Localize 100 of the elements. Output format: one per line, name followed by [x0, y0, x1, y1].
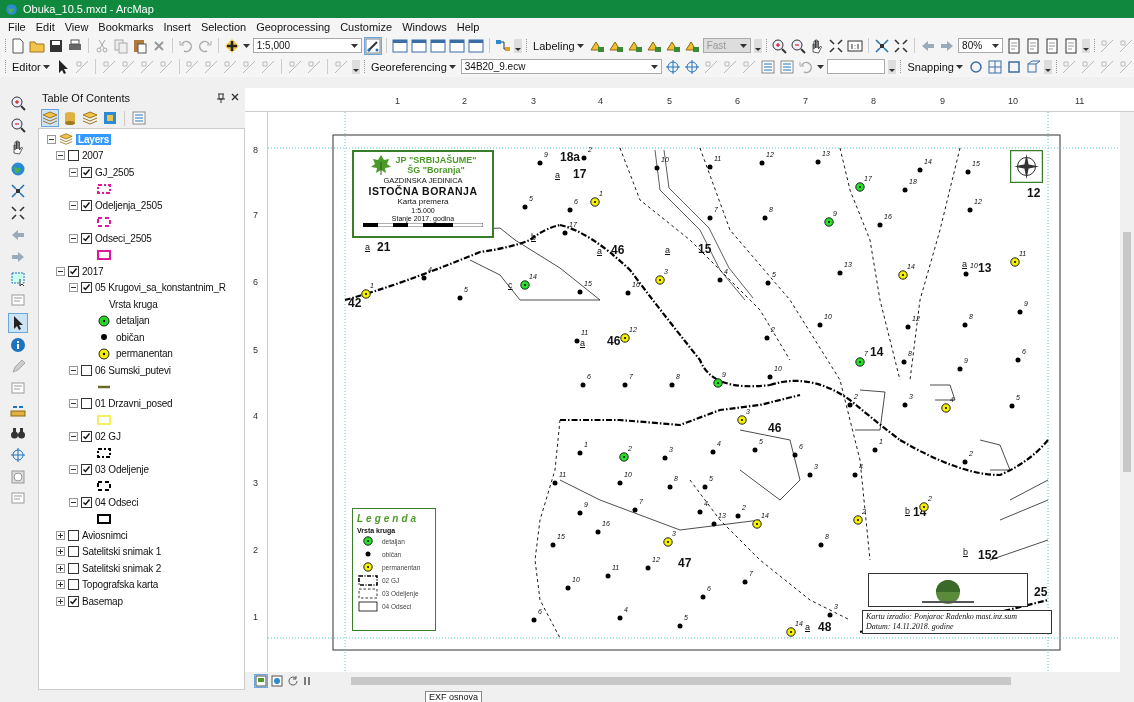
- pencil-icon[interactable]: [10, 359, 26, 375]
- toolbar-options-icon[interactable]: [754, 38, 763, 53]
- end-snapping-icon[interactable]: [987, 58, 1003, 75]
- caret-icon[interactable]: [992, 43, 999, 48]
- vertex-snapping-icon[interactable]: [1006, 58, 1022, 75]
- toolbar-grip-icon[interactable]: [4, 38, 7, 53]
- caret-icon[interactable]: [448, 64, 456, 69]
- caret-icon[interactable]: [956, 64, 963, 69]
- globe-icon[interactable]: [10, 161, 26, 177]
- zoom-whole-page-icon[interactable]: [828, 37, 845, 54]
- back-arrow-icon[interactable]: [10, 227, 26, 243]
- focus-frame-icon[interactable]: [1025, 37, 1041, 54]
- layer-checkbox[interactable]: [81, 397, 92, 409]
- menu-item[interactable]: Help: [451, 20, 485, 33]
- collapse-icon[interactable]: [69, 398, 78, 408]
- zoom-out-page-icon[interactable]: [790, 37, 807, 54]
- new-document-icon[interactable]: [10, 37, 26, 54]
- layer-checkbox[interactable]: [81, 232, 92, 244]
- menu-item[interactable]: Bookmarks: [93, 20, 159, 33]
- caret-icon[interactable]: [242, 43, 250, 48]
- expand-icon[interactable]: [56, 580, 65, 590]
- editor-menu[interactable]: Editor: [10, 60, 52, 73]
- layer-checkbox[interactable]: [81, 463, 92, 475]
- pause-icon[interactable]: [303, 676, 311, 686]
- select-features-icon[interactable]: [10, 271, 26, 287]
- menu-item[interactable]: View: [59, 20, 94, 33]
- scale-combo[interactable]: 1:5,000: [252, 38, 363, 53]
- collapse-icon[interactable]: [47, 134, 56, 144]
- identify-icon[interactable]: [10, 337, 26, 353]
- layer-name[interactable]: 03 Odeljenje: [95, 463, 149, 475]
- collapse-icon[interactable]: [69, 167, 78, 177]
- list-by-drawing-order-icon[interactable]: [42, 110, 58, 126]
- caret-icon[interactable]: [42, 64, 50, 69]
- refresh-icon[interactable]: [287, 675, 299, 687]
- layer-checkbox[interactable]: [68, 150, 79, 162]
- time-slider-icon[interactable]: [10, 469, 26, 485]
- fixed-zoom-in-page-icon[interactable]: [874, 37, 891, 54]
- layer-checkbox[interactable]: [81, 199, 92, 211]
- expand-icon[interactable]: [56, 596, 65, 606]
- layer-checkbox[interactable]: [68, 529, 79, 541]
- menu-item[interactable]: Geoprocessing: [251, 20, 336, 33]
- georeferencing-menu[interactable]: Georeferencing: [368, 60, 458, 73]
- collapse-icon[interactable]: [69, 365, 78, 375]
- layer-checkbox[interactable]: [68, 265, 79, 277]
- layer-checkbox[interactable]: [68, 562, 79, 574]
- expand-icon[interactable]: [56, 547, 65, 557]
- toolbar-grip-icon[interactable]: [362, 59, 366, 74]
- collapse-icon[interactable]: [69, 464, 78, 474]
- search-window-icon[interactable]: [430, 37, 447, 54]
- layer-checkbox[interactable]: [81, 430, 92, 442]
- menu-item[interactable]: Edit: [30, 20, 60, 33]
- toolbar-grip-icon[interactable]: [525, 38, 529, 53]
- toolbar-grip-icon[interactable]: [1055, 59, 1058, 74]
- layer-name[interactable]: 01 Drzavni_posed: [95, 397, 173, 409]
- layout-view-icon[interactable]: [255, 675, 267, 687]
- toolbar-options-icon[interactable]: [351, 59, 360, 74]
- layer-combo[interactable]: 34B20_9.ecw: [460, 59, 663, 74]
- pan-icon[interactable]: [10, 139, 26, 155]
- editor-toolbar-icon[interactable]: [365, 37, 382, 54]
- layer-name[interactable]: Satelitski snimak 2: [82, 562, 161, 574]
- fixed-zoom-out-icon[interactable]: [10, 205, 26, 221]
- table-window-icon[interactable]: [392, 37, 409, 54]
- layer-checkbox[interactable]: [68, 546, 79, 558]
- collapse-icon[interactable]: [69, 233, 78, 243]
- catalog-window-icon[interactable]: [411, 37, 428, 54]
- collapse-icon[interactable]: [69, 200, 78, 210]
- options-icon[interactable]: [131, 110, 147, 126]
- collapse-icon[interactable]: [69, 497, 78, 507]
- layer-name[interactable]: Odeljenja_2505: [95, 199, 163, 211]
- toggle-draft-icon[interactable]: [1006, 37, 1022, 54]
- vertical-scrollbar[interactable]: [1120, 112, 1134, 672]
- add-control-points-icon[interactable]: [665, 58, 682, 75]
- toolbar-options-icon[interactable]: [1082, 38, 1090, 53]
- layer-name[interactable]: Aviosnimci: [82, 529, 128, 541]
- list-by-visibility-icon[interactable]: [82, 110, 98, 126]
- layer-name[interactable]: 06 Sumski_putevi: [95, 364, 171, 376]
- caret-icon[interactable]: [351, 43, 359, 48]
- toolbar-grip-icon[interactable]: [1093, 38, 1096, 53]
- pin-icon[interactable]: [217, 93, 225, 103]
- go-to-xy-icon[interactable]: [10, 447, 26, 463]
- list-by-source-icon[interactable]: [62, 110, 78, 126]
- menu-item[interactable]: Customize: [335, 20, 398, 33]
- toolbar-options-icon[interactable]: [888, 59, 897, 74]
- layer-name[interactable]: Satelitski snimak 1: [82, 546, 161, 558]
- layer-name[interactable]: 05 Krugovi_sa_konstantnim_R: [95, 282, 226, 294]
- collapse-icon[interactable]: [56, 266, 65, 276]
- layer-checkbox[interactable]: [81, 496, 92, 508]
- zoom-combo[interactable]: 80%: [958, 38, 1003, 53]
- toolbar-grip-icon[interactable]: [765, 38, 769, 53]
- toolbar-options-icon[interactable]: [514, 38, 523, 53]
- data-view-icon[interactable]: [271, 675, 283, 687]
- change-layout-icon[interactable]: [1044, 37, 1060, 54]
- collapse-icon[interactable]: [69, 283, 78, 293]
- layer-checkbox[interactable]: [81, 166, 92, 178]
- arctoolbox-icon[interactable]: [449, 37, 466, 54]
- rotation-input[interactable]: [827, 59, 886, 74]
- measure-icon[interactable]: [10, 403, 26, 419]
- find-icon[interactable]: [10, 425, 26, 441]
- fixed-zoom-in-icon[interactable]: [10, 183, 26, 199]
- paste-icon[interactable]: [131, 37, 148, 54]
